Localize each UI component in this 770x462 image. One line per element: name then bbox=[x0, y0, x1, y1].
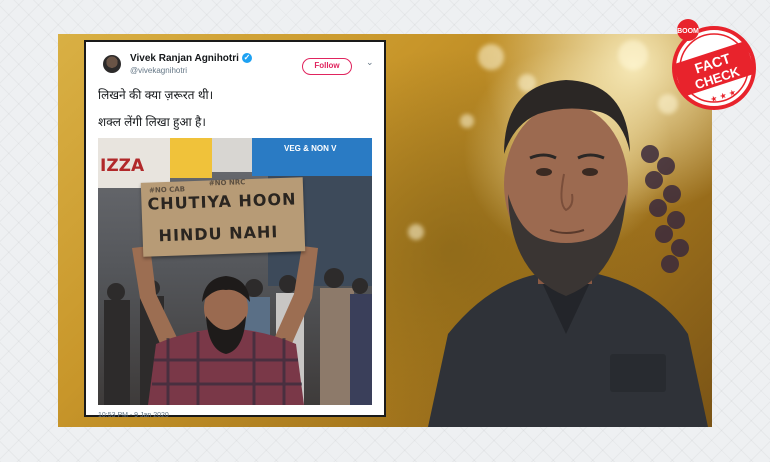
tweet-text-line1: लिखने की क्या ज़रूरत थी। bbox=[98, 88, 214, 102]
sign-line-2: HINDU NAHI bbox=[158, 222, 279, 246]
tweet-card: Vivek Ranjan Agnihotri ✓ @vivekagnihotri … bbox=[84, 40, 386, 419]
grapes-image bbox=[641, 145, 689, 273]
verified-icon: ✓ bbox=[241, 53, 252, 64]
storefront-panel-2 bbox=[212, 138, 252, 172]
stamp-top-text: BOOM bbox=[677, 28, 699, 35]
storefront-panel bbox=[170, 138, 212, 178]
storefront-text-left: IZZA bbox=[100, 156, 145, 176]
author-name-text[interactable]: Vivek Ranjan Agnihotri bbox=[130, 53, 239, 64]
tweet-timestamp[interactable]: 10:53 PM - 9 Jan 2020 bbox=[98, 412, 169, 419]
fact-check-stamp: BOOM FACT CHECK ★ ★ ★ bbox=[672, 19, 756, 110]
chevron-down-icon[interactable]: ⌄ bbox=[366, 57, 376, 71]
avatar[interactable] bbox=[103, 55, 121, 73]
sign-hashtag-2: #NO NRC bbox=[208, 178, 246, 188]
collage-card: Vivek Ranjan Agnihotri ✓ @vivekagnihotri … bbox=[58, 34, 712, 427]
author-handle[interactable]: @vivekagnihotri bbox=[130, 66, 187, 75]
tweet-text-line2: शक्ल लेंगी लिखा हुआ है। bbox=[98, 115, 206, 129]
author-name[interactable]: Vivek Ranjan Agnihotri ✓ bbox=[130, 53, 252, 64]
man-portrait bbox=[428, 80, 708, 427]
tweet-photo[interactable]: IZZA VEG & NON V #NO CAB #NO NRC CHUTIYA… bbox=[98, 138, 372, 405]
sign-line-1: CHUTIYA HOON bbox=[147, 189, 297, 214]
storefront-text-right: VEG & NON V bbox=[284, 144, 337, 153]
protester-figure bbox=[132, 246, 318, 405]
follow-button[interactable]: Follow bbox=[302, 58, 352, 75]
protest-sign: #NO CAB #NO NRC CHUTIYA HOON HINDU NAHI bbox=[140, 177, 306, 257]
